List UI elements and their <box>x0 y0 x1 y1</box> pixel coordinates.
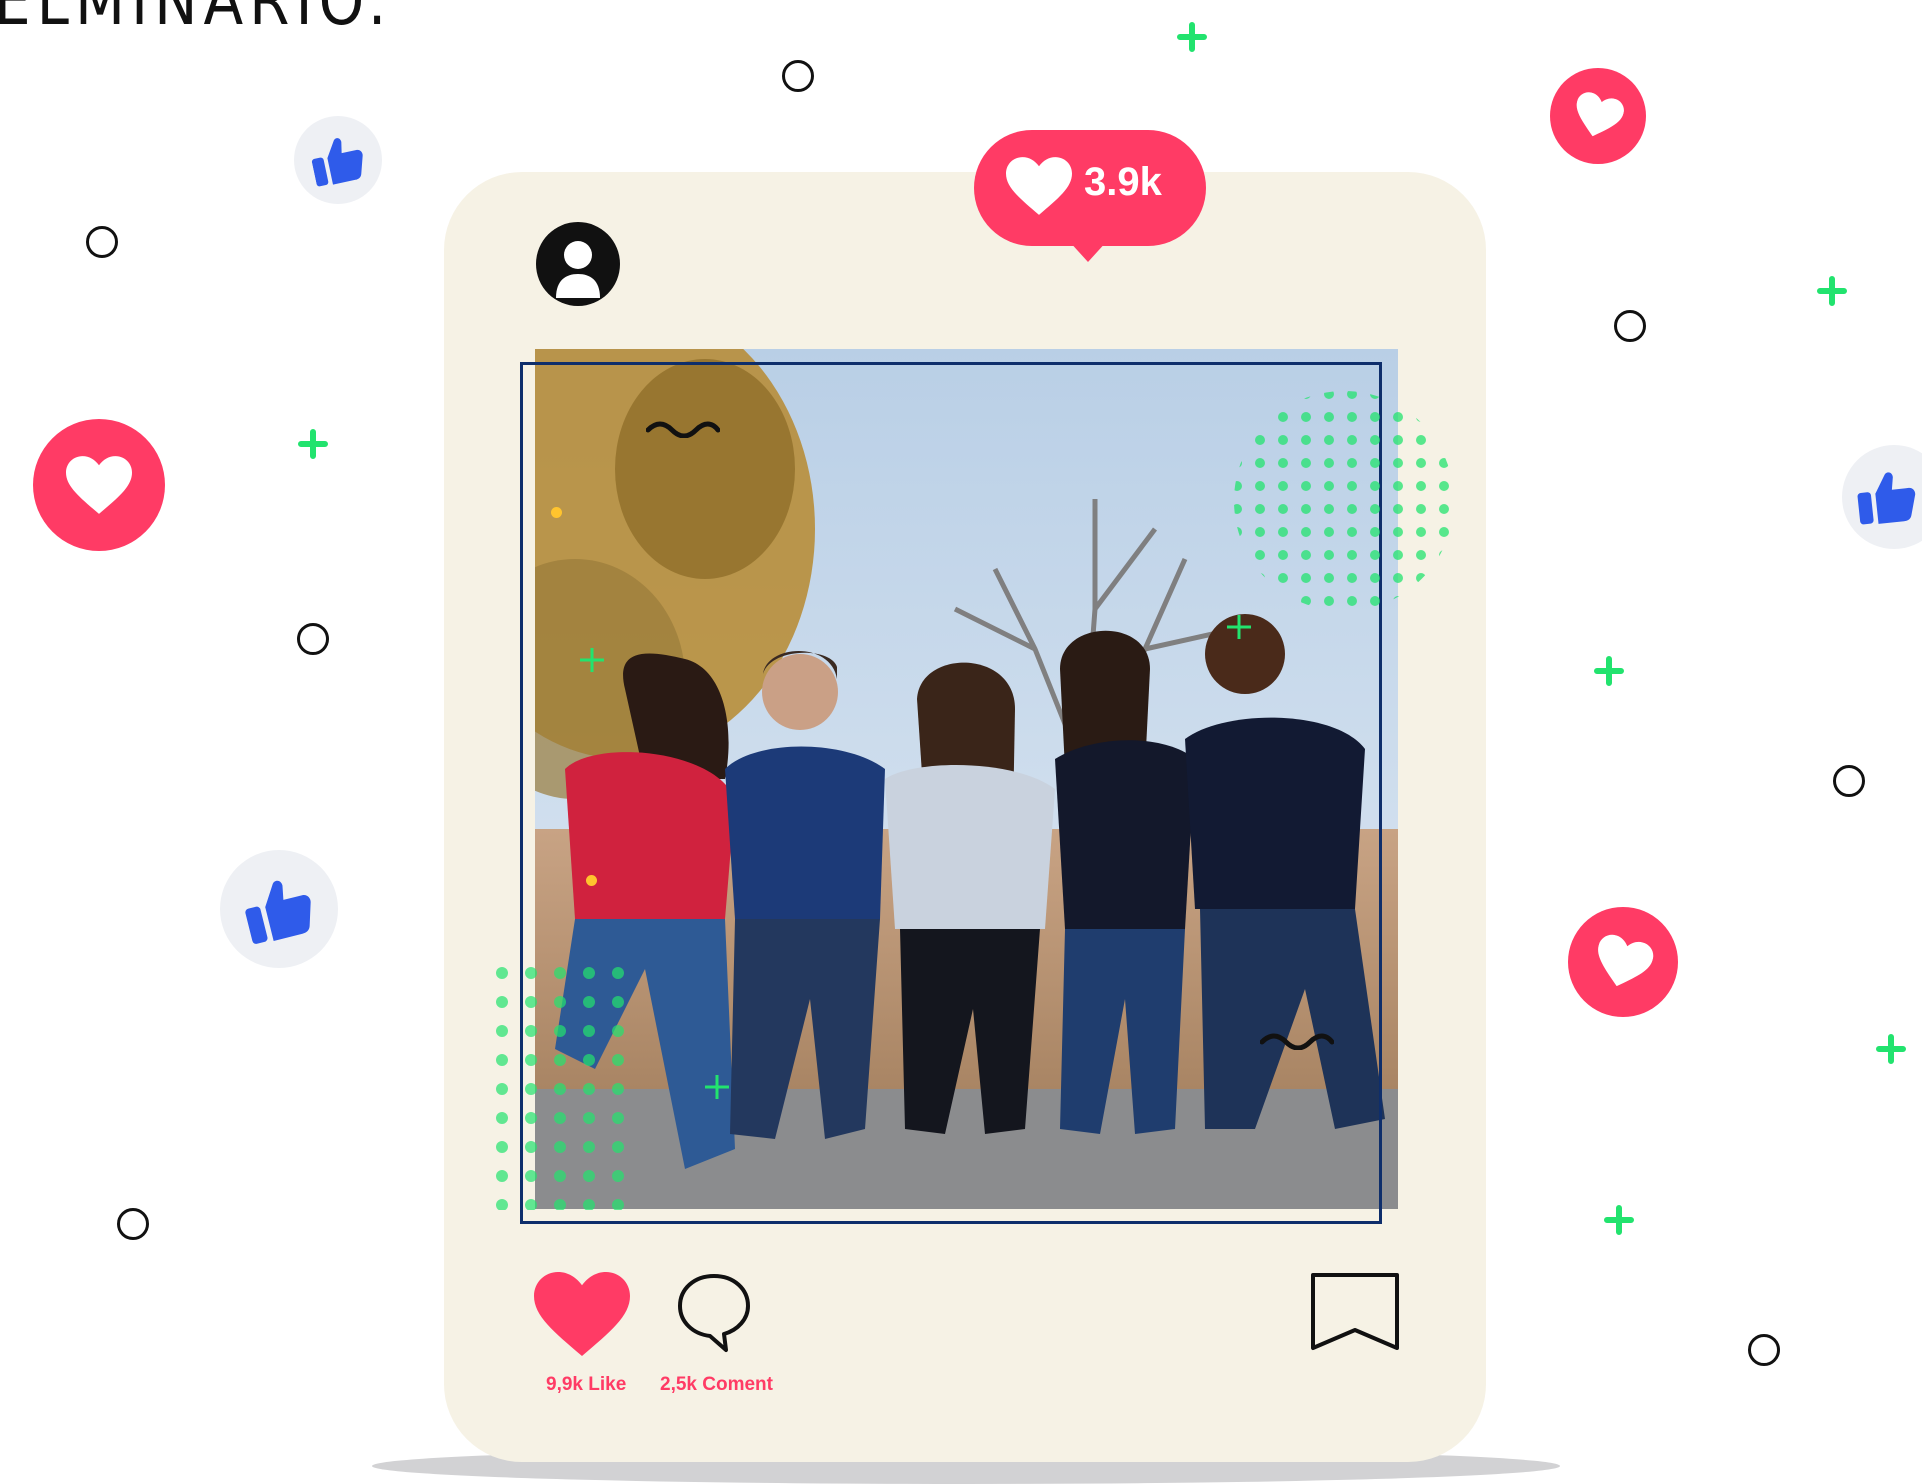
heart-icon <box>1576 92 1624 137</box>
plus-icon <box>1817 276 1847 306</box>
likes-notification-tail <box>1068 240 1108 262</box>
plus-icon <box>1594 656 1624 686</box>
plus-icon <box>298 429 328 459</box>
ring-decoration <box>117 1208 149 1240</box>
ring-decoration <box>1614 310 1646 342</box>
heart-bubble <box>33 419 165 551</box>
thumbs-up-bubble <box>1842 445 1922 549</box>
dot-decoration <box>586 875 597 886</box>
bookmark-button[interactable] <box>1310 1272 1400 1352</box>
zigzag-decoration <box>1260 1033 1334 1050</box>
ring-decoration <box>782 60 814 92</box>
heart-icon <box>1598 934 1654 986</box>
heart-icon <box>1006 157 1072 215</box>
like-count: 9,9k Like <box>546 1374 627 1395</box>
plus-icon <box>1604 1205 1634 1235</box>
plus-icon <box>705 1075 729 1099</box>
heart-icon <box>66 456 132 514</box>
user-avatar-icon[interactable] <box>536 222 620 306</box>
like-button[interactable] <box>534 1272 630 1356</box>
thumbs-up-icon <box>311 138 363 187</box>
comment-button[interactable] <box>674 1270 754 1354</box>
ring-decoration <box>297 623 329 655</box>
ring-decoration <box>86 226 118 258</box>
plus-icon <box>580 648 604 672</box>
plus-icon <box>1177 22 1207 52</box>
page-heading: ELMINARIO. <box>0 0 393 41</box>
dot-decoration <box>551 507 562 518</box>
heart-bubble <box>1568 907 1678 1017</box>
zigzag-decoration <box>646 421 720 438</box>
dot-pattern-decoration <box>494 965 624 1210</box>
ring-decoration <box>1748 1334 1780 1366</box>
likes-notification-count: 3.9k <box>1084 160 1162 204</box>
thumbs-up-icon <box>245 880 311 944</box>
thumbs-up-bubble <box>220 850 338 968</box>
ring-decoration <box>1833 765 1865 797</box>
comment-count: 2,5k Coment <box>660 1374 773 1395</box>
dot-pattern-decoration <box>1234 391 1454 611</box>
thumbs-up-icon <box>1857 472 1916 525</box>
plus-icon <box>1876 1034 1906 1064</box>
heart-bubble <box>1550 68 1646 164</box>
thumbs-up-bubble <box>294 116 382 204</box>
